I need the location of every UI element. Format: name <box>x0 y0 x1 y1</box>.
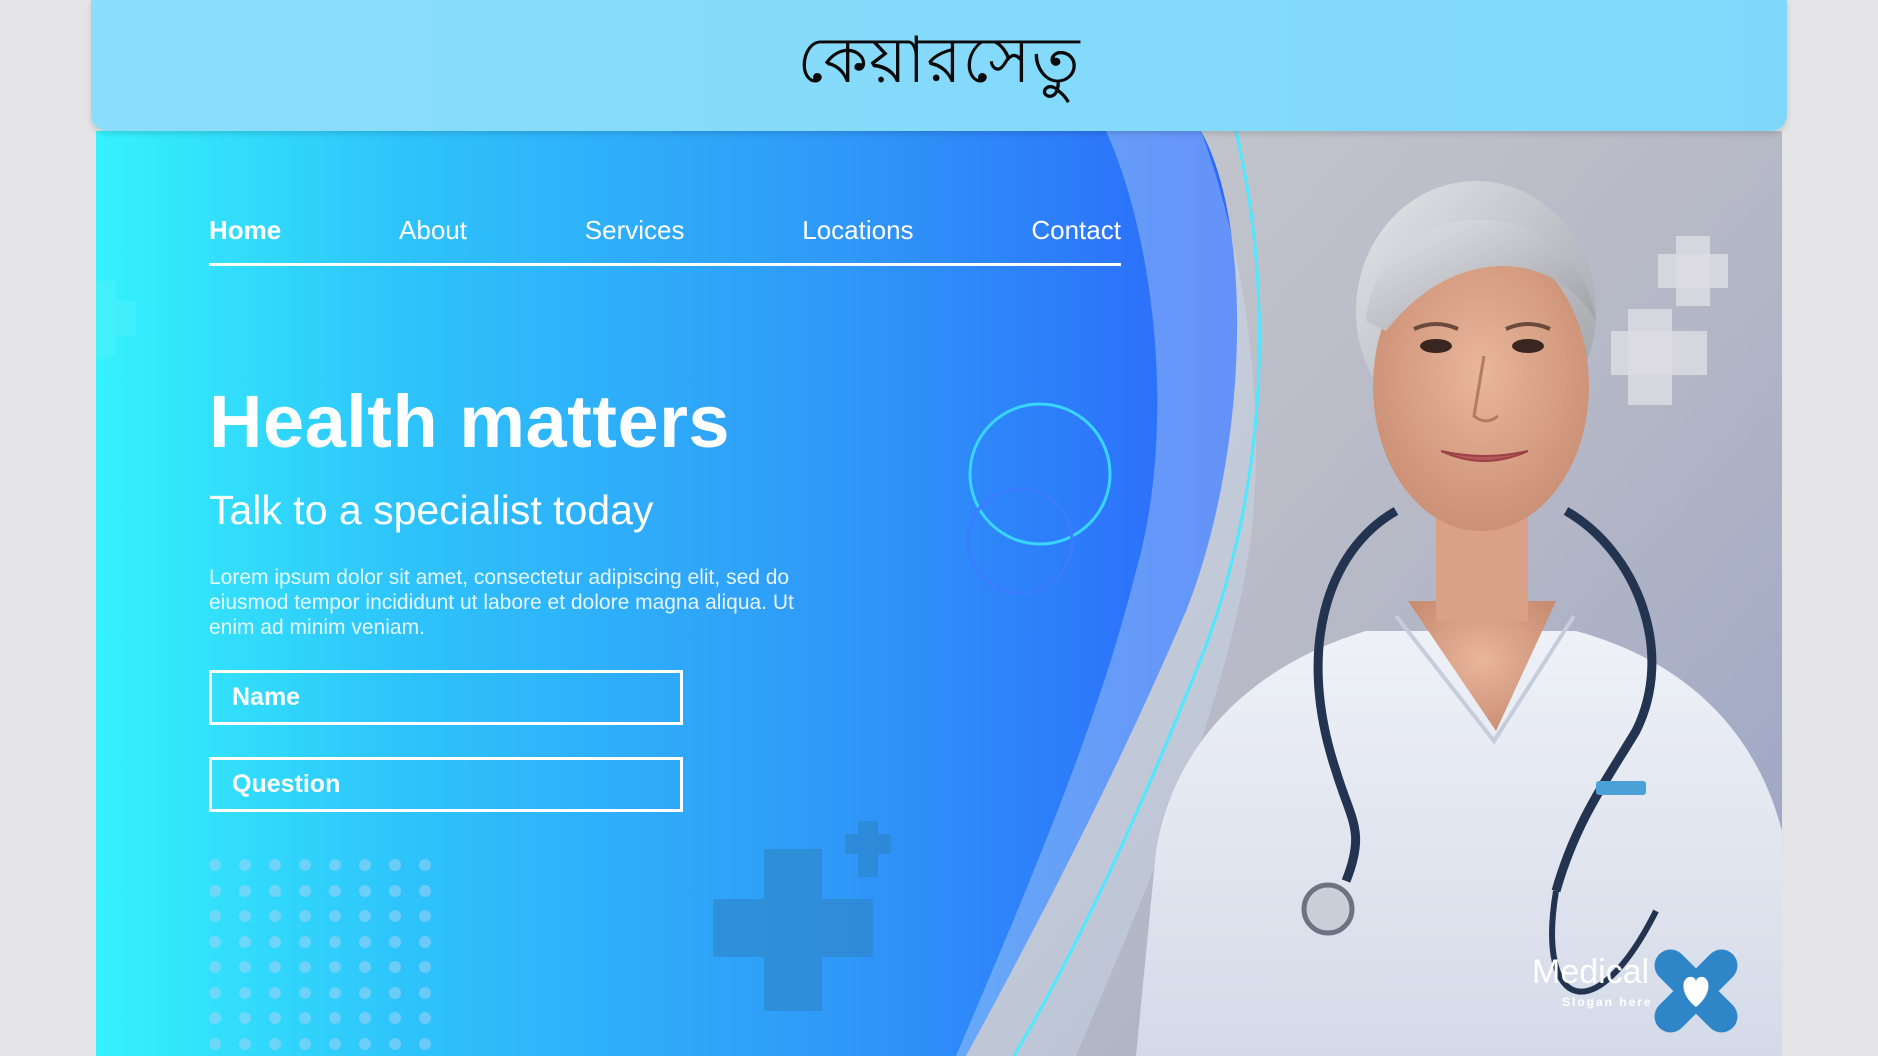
nav-home[interactable]: Home <box>209 213 281 246</box>
faint-cross-left <box>96 281 136 359</box>
nav-services[interactable]: Services <box>585 213 685 246</box>
logo-name: Medical <box>1532 953 1650 991</box>
name-input[interactable] <box>209 670 683 725</box>
blue-crosses <box>713 821 891 1011</box>
app-header: কেয়ারসেতু <box>91 0 1787 131</box>
question-input[interactable] <box>209 757 683 812</box>
dot-pattern <box>209 859 449 1056</box>
circle-outlines <box>966 402 1112 595</box>
hero-subhead: Talk to a specialist today <box>209 487 654 533</box>
nav-locations[interactable]: Locations <box>802 213 913 246</box>
hero-section: Home About Services Locations Contact He… <box>96 131 1782 1056</box>
medical-logo: Medical Slogan here <box>1532 953 1742 1033</box>
brand-title: কেয়ারসেতু <box>797 24 1081 98</box>
hero-body-text: Lorem ipsum dolor sit amet, consectetur … <box>209 566 794 639</box>
nav-contact[interactable]: Contact <box>1031 213 1121 246</box>
main-nav: Home About Services Locations Contact <box>209 213 1121 266</box>
logo-slogan: Slogan here <box>1562 995 1653 1009</box>
hero-headline: Health matters <box>209 380 731 463</box>
nav-about[interactable]: About <box>399 213 467 246</box>
